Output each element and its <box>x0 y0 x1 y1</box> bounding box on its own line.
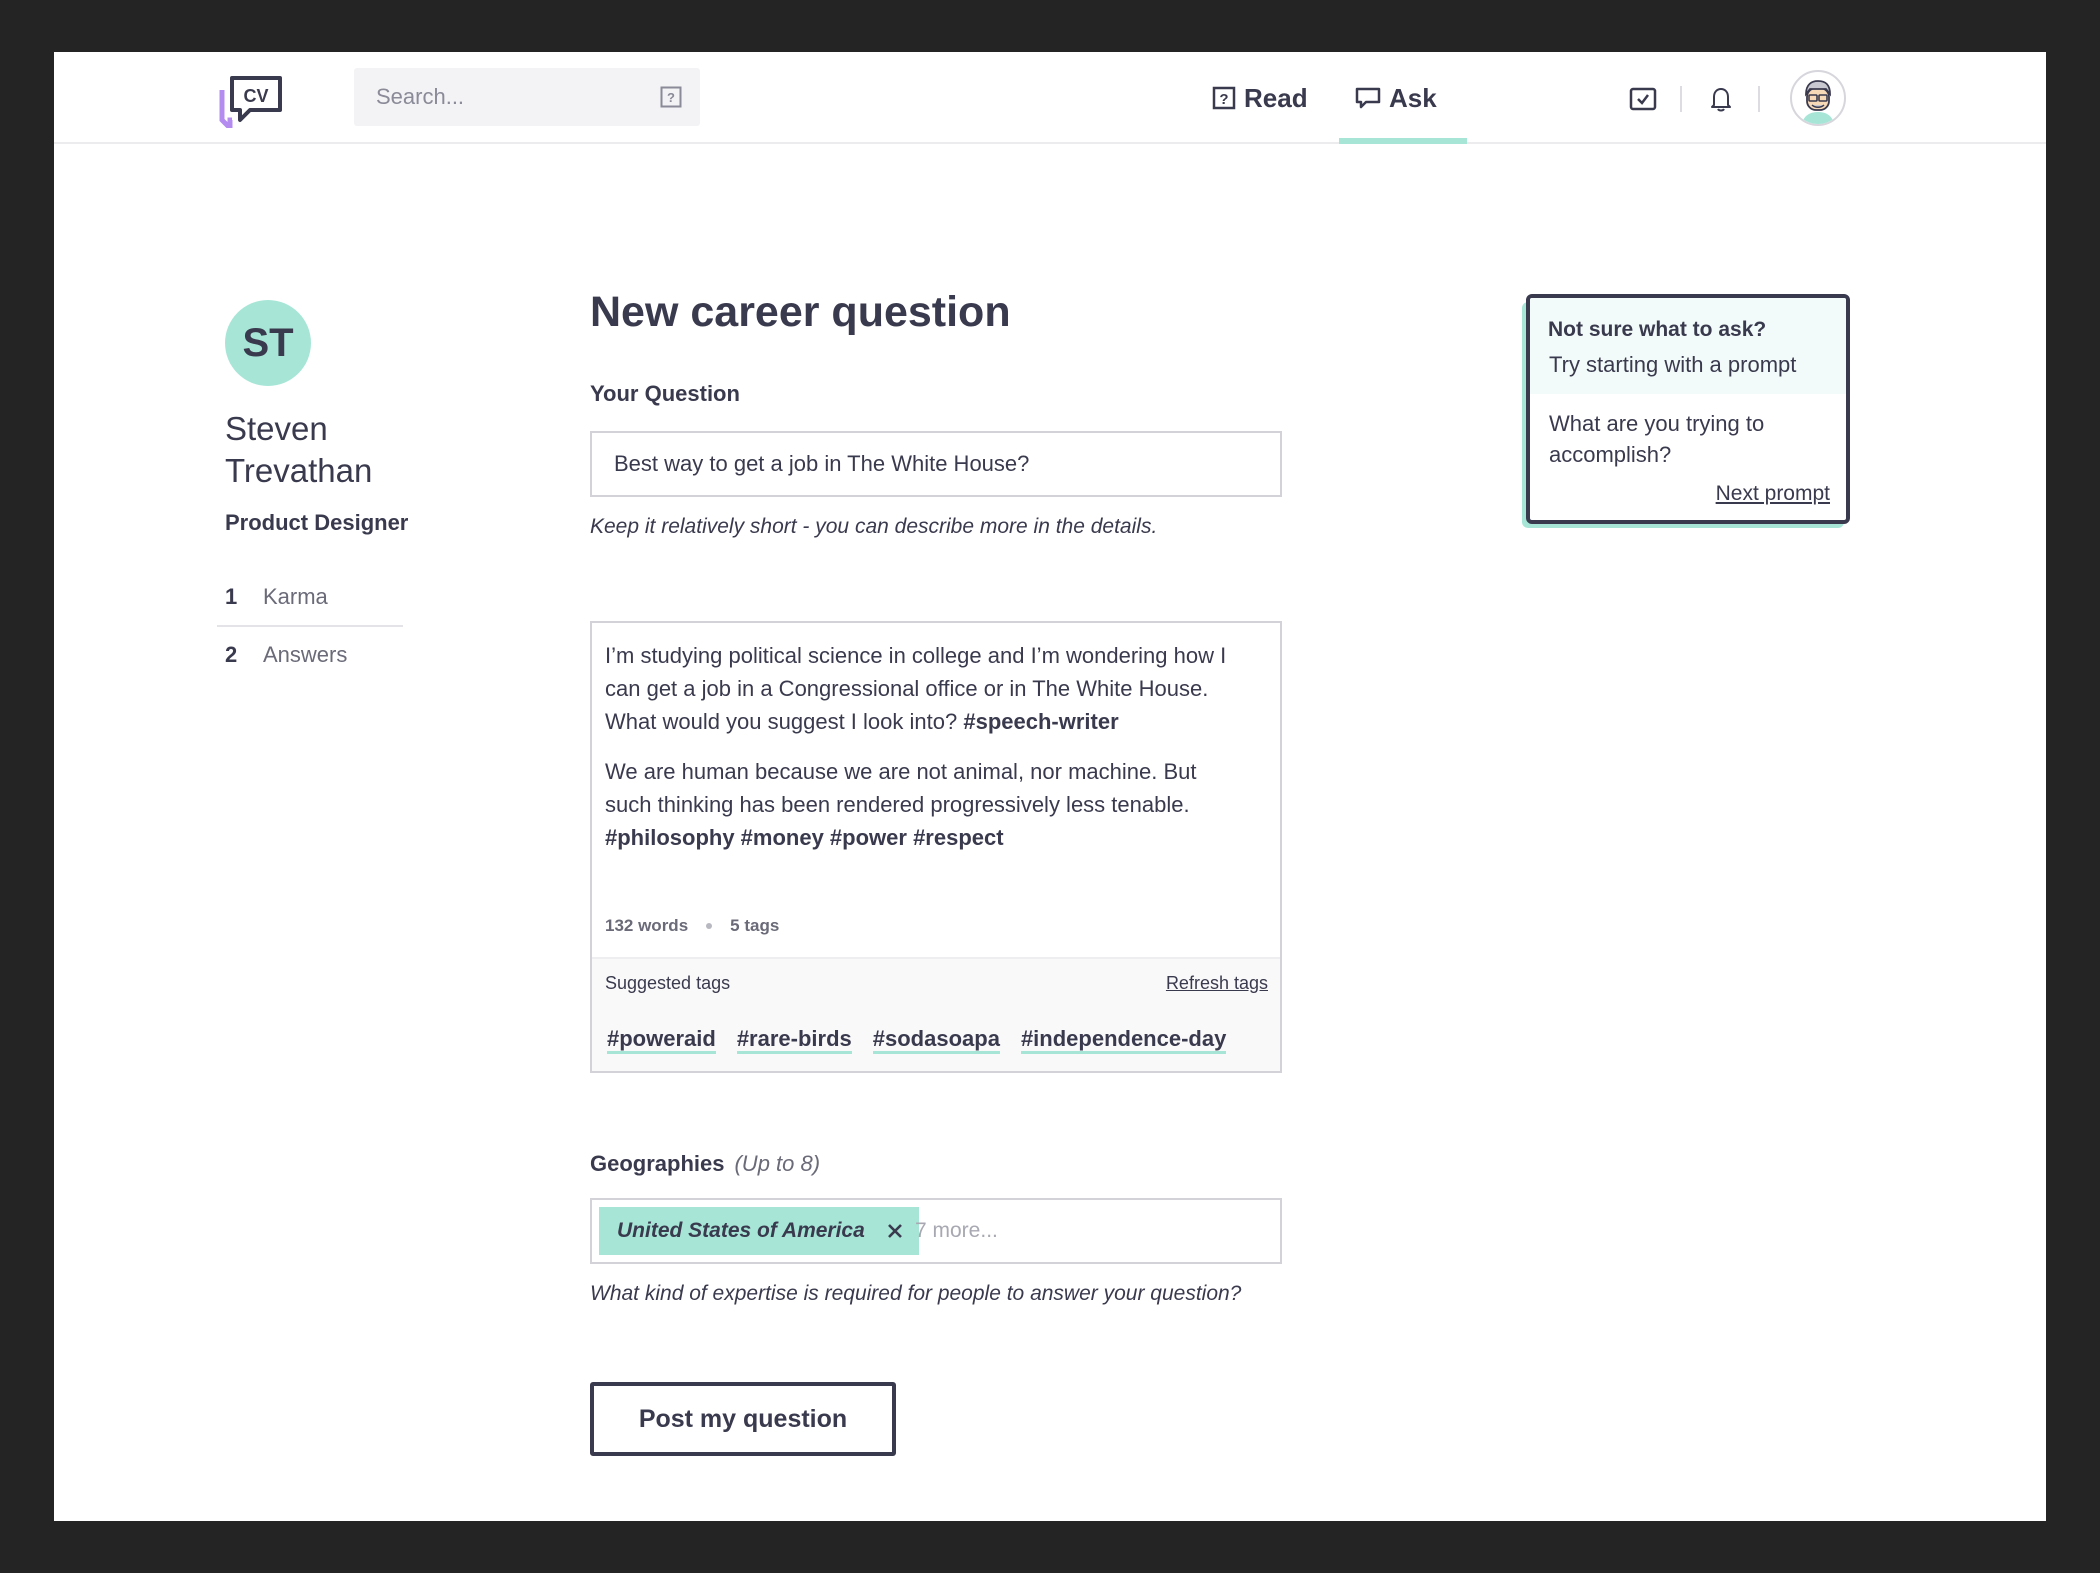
stat-label: Answers <box>263 642 348 667</box>
bell-icon[interactable] <box>1706 84 1736 114</box>
suggested-tags-list: #poweraid #rare-birds #sodasoapa #indepe… <box>607 1027 1247 1054</box>
details-paragraph: We are human because we are not animal, … <box>605 755 1245 854</box>
question-hint: Keep it relatively short - you can descr… <box>590 515 1158 538</box>
stat-karma: 1 Karma <box>225 584 328 610</box>
tag-count: 5 tags <box>730 916 780 935</box>
next-prompt-link[interactable]: Next prompt <box>1716 482 1830 506</box>
help-icon[interactable]: ? <box>660 86 682 108</box>
close-icon[interactable] <box>885 1221 905 1241</box>
geographies-hint: What kind of expertise is required for p… <box>590 1282 1242 1305</box>
user-avatar[interactable] <box>1790 70 1846 126</box>
avatar-illustration-icon <box>1802 80 1834 124</box>
top-navbar: CV ? ? Read Ask <box>54 52 2046 144</box>
word-count: 132 words <box>605 916 689 935</box>
details-text[interactable]: I’m studying political science in colleg… <box>605 639 1245 854</box>
question-input[interactable] <box>590 431 1282 497</box>
stat-value: 2 <box>225 642 238 667</box>
details-editor[interactable]: I’m studying political science in colleg… <box>590 621 1282 1073</box>
post-question-button[interactable]: Post my question <box>590 1382 896 1456</box>
question-label: Your Question <box>590 381 740 406</box>
suggested-tag[interactable]: #sodasoapa <box>872 1027 1000 1054</box>
details-paragraph: I’m studying political science in colleg… <box>605 639 1245 738</box>
details-paragraph-text: We are human because we are not animal, … <box>605 759 1197 817</box>
active-tab-indicator <box>1339 138 1467 144</box>
profile-initials-avatar: ST <box>225 300 311 386</box>
details-paragraph-text: I’m studying political science in colleg… <box>605 643 1227 734</box>
geographies-limit: (Up to 8) <box>734 1151 821 1176</box>
search-bar: ? <box>354 68 700 126</box>
geographies-label-text: Geographies <box>590 1151 725 1176</box>
prompt-text: What are you trying to accomplish? <box>1549 411 1765 467</box>
question-box-icon: ? <box>1212 86 1236 110</box>
search-input[interactable] <box>354 68 700 126</box>
suggested-tag[interactable]: #independence-day <box>1020 1027 1227 1054</box>
suggested-tag[interactable]: #rare-birds <box>736 1027 852 1054</box>
prompt-card: Not sure what to ask? Try starting with … <box>1526 294 1850 524</box>
geographies-field: United States of America <box>590 1198 1282 1264</box>
geographies-label: Geographies (Up to 8) <box>590 1151 820 1177</box>
nav-ask-label: Ask <box>1389 82 1437 113</box>
geography-chip: United States of America <box>599 1207 919 1255</box>
suggested-tags-panel: Suggested tags Refresh tags #poweraid #r… <box>592 957 1280 1071</box>
suggested-tag[interactable]: #poweraid <box>607 1027 716 1054</box>
svg-text:?: ? <box>667 90 675 105</box>
prompt-card-title: Not sure what to ask? <box>1548 318 1767 341</box>
logo-text: CV <box>243 86 268 106</box>
stat-answers: 2 Answers <box>225 642 347 668</box>
svg-text:?: ? <box>1219 91 1228 108</box>
header-divider <box>1680 86 1682 112</box>
profile-role: Product Designer <box>225 510 409 535</box>
prompt-card-subtitle: Try starting with a prompt <box>1549 352 1797 377</box>
logo-icon[interactable]: CV <box>218 72 284 128</box>
nav-read[interactable]: ? Read <box>1212 78 1308 118</box>
prompt-card-header <box>1530 298 1846 394</box>
inline-tag: #speech-writer <box>963 709 1119 734</box>
geographies-input[interactable] <box>915 1210 1255 1252</box>
refresh-tags-link[interactable]: Refresh tags <box>1166 973 1268 994</box>
nav-ask[interactable]: Ask <box>1355 78 1437 118</box>
geography-chip-label: United States of America <box>617 1219 865 1242</box>
stat-label: Karma <box>263 584 328 609</box>
checkbox-tasks-icon[interactable] <box>1628 84 1658 114</box>
profile-name: Steven Trevathan <box>225 410 373 489</box>
suggested-tags-label: Suggested tags <box>605 973 731 993</box>
speech-bubble-icon <box>1355 87 1381 109</box>
inline-tags: #philosophy #money #power #respect <box>605 825 1004 850</box>
nav-read-label: Read <box>1244 82 1308 113</box>
stat-value: 1 <box>225 584 238 609</box>
stat-divider <box>217 625 403 627</box>
details-counts: 132 words 5 tags <box>605 916 779 936</box>
app-window: CV ? ? Read Ask <box>54 52 2046 1521</box>
header-divider <box>1758 86 1760 112</box>
page-title: New career question <box>590 288 1011 336</box>
separator-dot <box>706 923 713 929</box>
